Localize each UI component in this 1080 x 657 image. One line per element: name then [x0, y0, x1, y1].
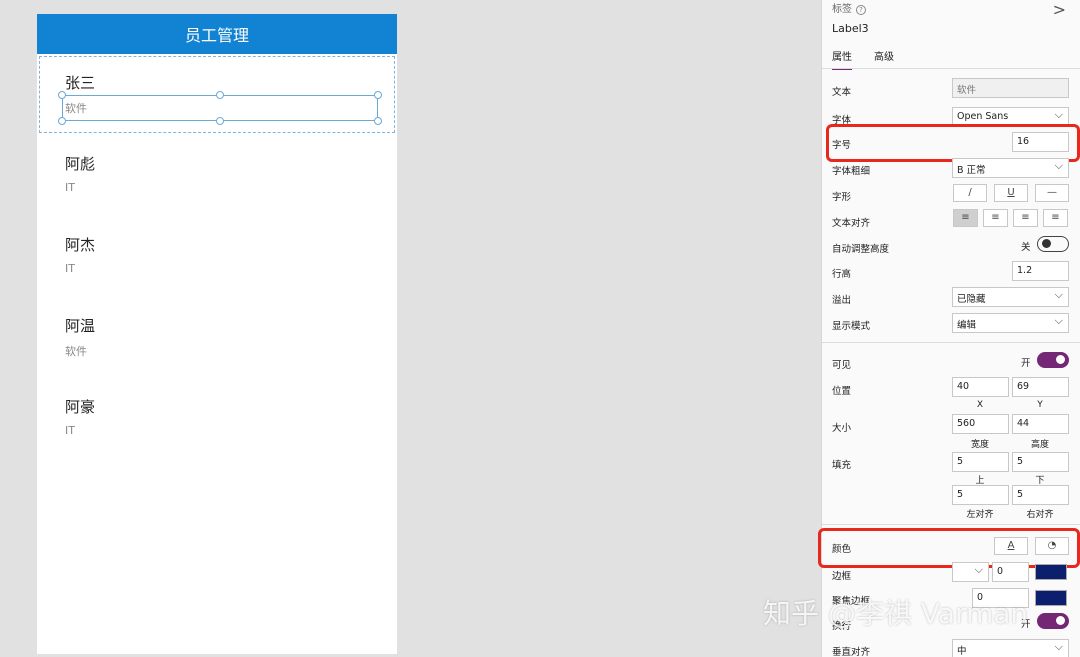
employee-name: 阿杰 [65, 236, 96, 254]
list-item[interactable]: 张三 软件 [37, 54, 397, 135]
employee-name: 张三 [65, 74, 96, 92]
chevron-right-icon[interactable]: > [1053, 0, 1066, 19]
padding-right-label: 右对齐 [1026, 510, 1054, 520]
italic-button[interactable]: / [953, 184, 987, 202]
position-label: 位置 [832, 386, 852, 397]
padding-bottom-input[interactable]: 5 [1012, 452, 1069, 472]
resize-handle[interactable] [58, 117, 66, 125]
border-width-input[interactable]: 0 [992, 562, 1029, 582]
header-title: 员工管理 [184, 26, 249, 45]
text-input[interactable]: 软件 [952, 78, 1069, 98]
size-label: 大小 [832, 423, 852, 434]
toggle-knob [1056, 355, 1065, 364]
toggle-knob [1042, 239, 1051, 248]
height-label: 高度 [1030, 440, 1049, 450]
divider [822, 524, 1080, 525]
employee-dept: 软件 [65, 102, 87, 115]
focus-border-swatch[interactable] [1035, 590, 1067, 606]
font-weight-dropdown[interactable]: B 正常 [952, 158, 1069, 178]
line-height-label: 行高 [832, 269, 852, 280]
display-mode-label: 显示模式 [832, 321, 871, 332]
highlight-box [818, 528, 1080, 568]
align-left-icon[interactable]: ≡ [953, 209, 978, 227]
toggle-knob [1056, 616, 1065, 625]
auto-height-state: 关 [1021, 242, 1031, 253]
divider [822, 68, 1080, 69]
strikethrough-button[interactable]: — [1035, 184, 1069, 202]
align-center-icon[interactable]: ≡ [983, 209, 1008, 227]
divider [822, 342, 1080, 343]
border-color-swatch[interactable] [1035, 564, 1067, 580]
auto-height-toggle[interactable] [1037, 236, 1069, 252]
y-label: Y [1037, 400, 1043, 410]
text-align-label: 文本对齐 [832, 218, 871, 229]
resize-handle[interactable] [374, 91, 382, 99]
width-input[interactable]: 560 [952, 414, 1009, 434]
padding-left-input[interactable]: 5 [952, 485, 1009, 505]
x-label: X [976, 400, 984, 410]
watermark: 知乎 @李祺 Varman [763, 597, 1029, 630]
border-label: 边框 [832, 571, 852, 582]
control-name[interactable]: Label3 [832, 22, 869, 35]
overflow-label: 溢出 [832, 295, 852, 306]
control-type: 标签? [832, 0, 866, 15]
resize-handle[interactable] [216, 117, 224, 125]
list-item[interactable]: 阿彪 IT [37, 135, 397, 216]
line-height-input[interactable]: 1.2 [1012, 261, 1069, 281]
tab-properties[interactable]: 属性 [832, 48, 852, 70]
border-style-dropdown[interactable] [952, 562, 989, 582]
highlight-box [826, 124, 1080, 162]
visible-state: 开 [1021, 358, 1031, 369]
padding-label: 填充 [832, 460, 852, 471]
padding-left-label: 左对齐 [966, 510, 994, 520]
align-right-icon[interactable]: ≡ [1013, 209, 1038, 227]
underline-button[interactable]: U [994, 184, 1028, 202]
width-label: 宽度 [970, 440, 989, 450]
help-icon[interactable]: ? [856, 5, 866, 15]
resize-handle[interactable] [374, 117, 382, 125]
align-justify-icon[interactable]: ≡ [1043, 209, 1068, 227]
properties-pane: 标签? > Label3 属性 高级 文本 软件 字体 Open Sans 字号… [818, 0, 1080, 657]
employee-dept: IT [65, 262, 75, 275]
display-mode-dropdown[interactable]: 编辑 [952, 313, 1069, 333]
padding-right-input[interactable]: 5 [1012, 485, 1069, 505]
tab-advanced[interactable]: 高级 [874, 48, 894, 68]
resize-handle[interactable] [216, 91, 224, 99]
position-y-input[interactable]: 69 [1012, 377, 1069, 397]
padding-top-input[interactable]: 5 [952, 452, 1009, 472]
visible-toggle[interactable] [1037, 352, 1069, 368]
employee-name: 阿温 [65, 317, 96, 335]
font-style-label: 字形 [832, 192, 852, 203]
employee-name: 阿彪 [65, 155, 96, 173]
employee-dept: IT [65, 181, 75, 194]
vertical-align-dropdown[interactable]: 中 [952, 639, 1069, 657]
position-x-input[interactable]: 40 [952, 377, 1009, 397]
text-label: 文本 [832, 87, 852, 98]
control-type-label: 标签 [832, 4, 852, 15]
overflow-dropdown[interactable]: 已隐藏 [952, 287, 1069, 307]
list-item[interactable]: 阿杰 IT [37, 216, 397, 297]
height-input[interactable]: 44 [1012, 414, 1069, 434]
employee-name: 阿豪 [65, 398, 96, 416]
vertical-align-label: 垂直对齐 [832, 647, 871, 657]
employee-dept: 软件 [65, 345, 87, 358]
font-weight-label: 字体粗细 [832, 166, 871, 177]
employee-dept: IT [65, 424, 75, 437]
employee-gallery[interactable]: 张三 软件 阿彪 IT 阿杰 IT 阿温 软件 阿豪 IT [37, 54, 397, 459]
app-canvas: 员工管理 张三 软件 阿彪 IT 阿杰 IT 阿温 软件 阿豪 IT [37, 14, 397, 654]
auto-height-label: 自动调整高度 [832, 244, 890, 255]
list-item[interactable]: 阿豪 IT [37, 378, 397, 459]
app-header: 员工管理 [37, 14, 397, 54]
visible-label: 可见 [832, 360, 852, 371]
wrap-toggle[interactable] [1037, 613, 1069, 629]
resize-handle[interactable] [58, 91, 66, 99]
list-item[interactable]: 阿温 软件 [37, 297, 397, 378]
